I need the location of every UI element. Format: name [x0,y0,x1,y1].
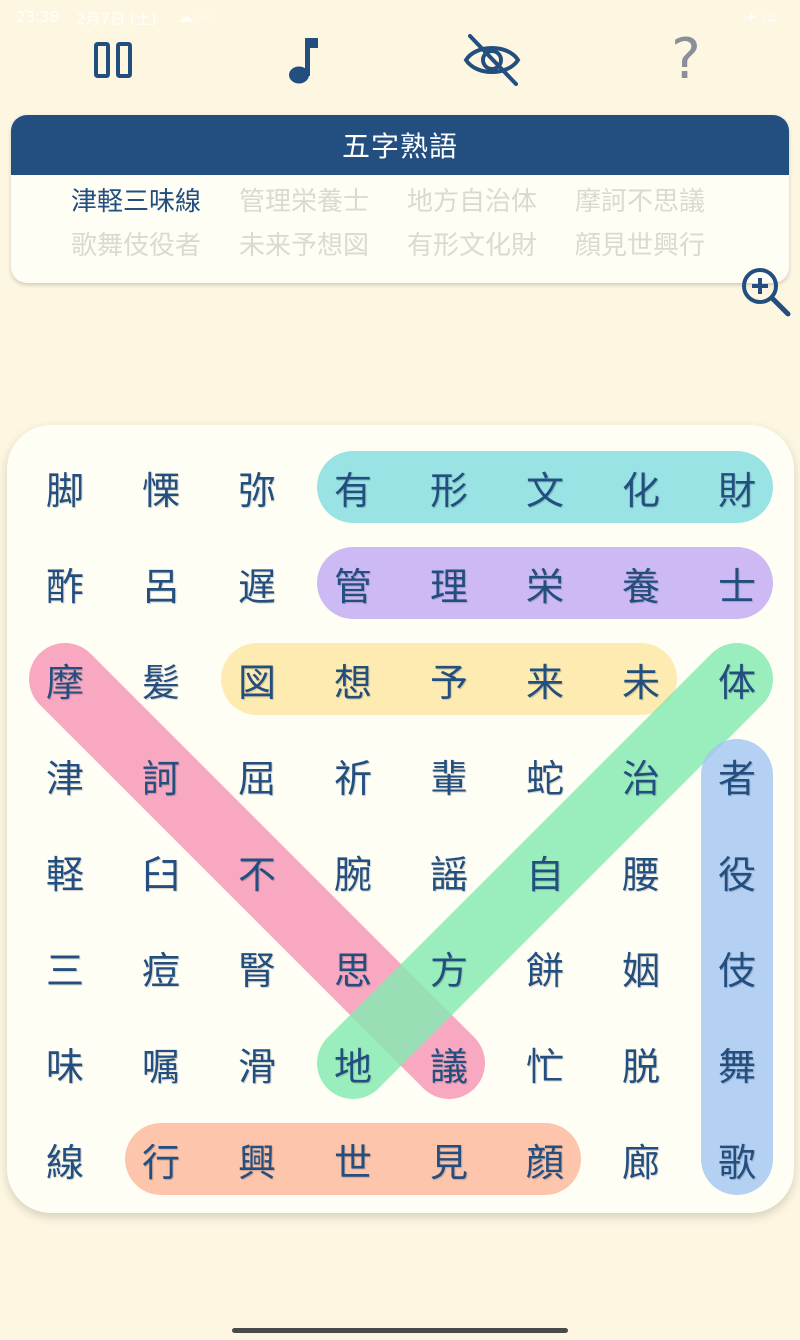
grid-cell[interactable]: 腰 [593,823,689,919]
grid-cell[interactable]: 滑 [209,1015,305,1111]
grid-cell[interactable]: 腎 [209,919,305,1015]
grid-cell[interactable]: 臼 [113,823,209,919]
grid-cell[interactable]: 役 [689,823,785,919]
grid-cell[interactable]: 廊 [593,1111,689,1207]
grid-cell[interactable]: 屈 [209,727,305,823]
grid-cell[interactable]: 三 [17,919,113,1015]
grid-cell[interactable]: 忙 [497,1015,593,1111]
grid-cell[interactable]: 形 [401,439,497,535]
grid-cell[interactable]: 不 [209,823,305,919]
grid-cell[interactable]: 士 [689,535,785,631]
grid-cell[interactable]: 世 [305,1111,401,1207]
grid-cell[interactable]: 遅 [209,535,305,631]
grid-cell[interactable]: 未 [593,631,689,727]
grid-cell[interactable]: 理 [401,535,497,631]
grid-cell[interactable]: 文 [497,439,593,535]
home-indicator[interactable] [232,1328,568,1333]
grid-cell[interactable]: 地 [305,1015,401,1111]
grid-cell[interactable]: 見 [401,1111,497,1207]
grid-cell[interactable]: 伎 [689,919,785,1015]
grid-cell[interactable]: 輩 [401,727,497,823]
grid-cell[interactable]: 腕 [305,823,401,919]
grid-cell[interactable]: 津 [17,727,113,823]
grid-cell[interactable]: 議 [401,1015,497,1111]
grid-cell[interactable]: 餅 [497,919,593,1015]
grid-cell[interactable]: 化 [593,439,689,535]
grid-cell[interactable]: 弥 [209,439,305,535]
grid-cell[interactable]: 顔 [497,1111,593,1207]
grid-cell[interactable]: 蛇 [497,727,593,823]
grid-cell[interactable]: 財 [689,439,785,535]
grid-cell[interactable]: 図 [209,631,305,727]
grid-cell[interactable]: 酢 [17,535,113,631]
grid-cell[interactable]: 姻 [593,919,689,1015]
grid-cell[interactable]: 自 [497,823,593,919]
grid-cell[interactable]: 謡 [401,823,497,919]
grid-cell[interactable]: 訶 [113,727,209,823]
grid-cell[interactable]: 者 [689,727,785,823]
grid-cell[interactable]: 髪 [113,631,209,727]
grid-cell[interactable]: 栄 [497,535,593,631]
grid-cell[interactable]: 思 [305,919,401,1015]
grid-cell[interactable]: 方 [401,919,497,1015]
grid-cell[interactable]: 呂 [113,535,209,631]
grid-cell[interactable]: 予 [401,631,497,727]
grid-cell[interactable]: 舞 [689,1015,785,1111]
grid-cell[interactable]: 歌 [689,1111,785,1207]
grid-cell[interactable]: 行 [113,1111,209,1207]
grid-cell[interactable]: 祈 [305,727,401,823]
grid-cell[interactable]: 線 [17,1111,113,1207]
letter-grid[interactable]: 脚慄弥有形文化財酢呂遅管理栄養士摩髪図想予来未体津訶屈祈輩蛇治者軽臼不腕謡自腰役… [0,0,800,1340]
grid-cell[interactable]: 治 [593,727,689,823]
grid-cell[interactable]: 軽 [17,823,113,919]
grid-cell[interactable]: 脱 [593,1015,689,1111]
grid-cell[interactable]: 摩 [17,631,113,727]
grid-cell[interactable]: 脚 [17,439,113,535]
grid-cell[interactable]: 味 [17,1015,113,1111]
grid-cell[interactable]: 嘱 [113,1015,209,1111]
grid-cell[interactable]: 興 [209,1111,305,1207]
grid-cell[interactable]: 体 [689,631,785,727]
grid-cell[interactable]: 有 [305,439,401,535]
grid-cell[interactable]: 慄 [113,439,209,535]
grid-cell[interactable]: 想 [305,631,401,727]
grid-cell[interactable]: 痘 [113,919,209,1015]
grid-cell[interactable]: 来 [497,631,593,727]
grid-cell[interactable]: 養 [593,535,689,631]
grid-cell[interactable]: 管 [305,535,401,631]
